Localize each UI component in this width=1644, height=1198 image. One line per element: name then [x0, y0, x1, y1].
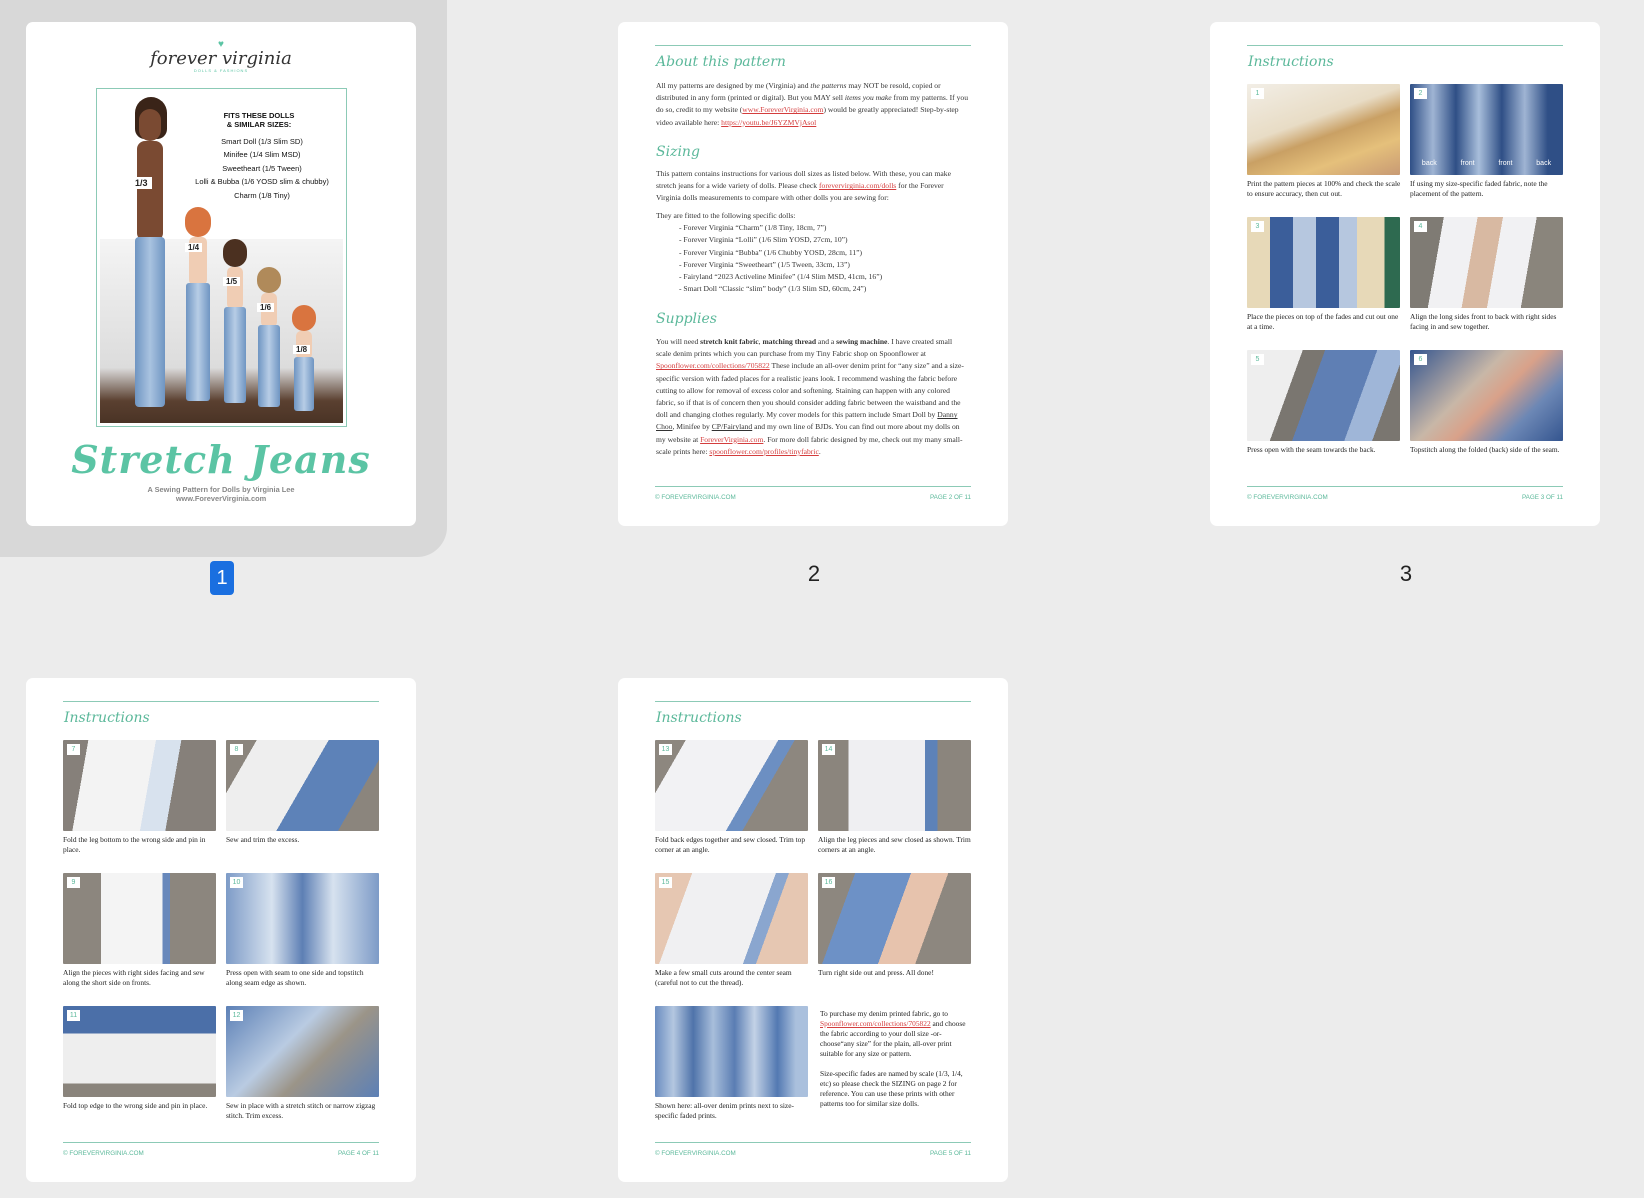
page-footer: © FOREVERVIRGINIA.COM PAGE 5 OF 11 [655, 1150, 971, 1157]
step-1-photo: 1 [1247, 84, 1400, 175]
fitted-list: They are fitted to the following specifi… [656, 211, 883, 294]
page-footer: © FOREVERVIRGINIA.COM PAGE 3 OF 11 [1247, 494, 1563, 501]
sizing-text: This pattern contains instructions for v… [656, 169, 951, 203]
instructions-heading: Instructions [656, 710, 742, 726]
step-6-photo: 6 [1410, 350, 1563, 441]
step-11-photo: 11 [63, 1006, 216, 1097]
page-thumbnail-4[interactable]: Instructions 7 Fold the leg bottom to th… [26, 678, 416, 1182]
step-12-photo: 12 [226, 1006, 379, 1097]
step-3-photo: 3 [1247, 217, 1400, 308]
step-8-photo: 8 [226, 740, 379, 831]
step-16-caption: Turn right side out and press. All done! [818, 968, 934, 977]
doll-1-8: 1/8 [289, 305, 319, 415]
page-number-1: 1 [210, 561, 234, 595]
video-link: https://youtu.be/J6YZMVjAsol [721, 117, 817, 127]
footer-rule [655, 486, 971, 487]
step-9-photo: 9 [63, 873, 216, 964]
instructions-heading: Instructions [1248, 54, 1334, 70]
doll-1-3: 1/3 [119, 97, 179, 417]
step-12-caption: Sew in place with a stretch stitch or na… [226, 1101, 376, 1120]
step-2-photo: 2 back front front back [1410, 84, 1563, 175]
step-15-caption: Make a few small cuts around the center … [655, 968, 792, 987]
step-5-photo: 5 [1247, 350, 1400, 441]
step-11-caption: Fold top edge to the wrong side and pin … [63, 1101, 208, 1110]
footer-rule [655, 1142, 971, 1143]
doll-1-6: 1/6 [253, 267, 285, 412]
page-thumbnail-1[interactable]: ♥ forever virginia DOLLS & FASHIONS 1/3 … [26, 22, 416, 526]
step-10-caption: Press open with seam to one side and top… [226, 968, 364, 987]
brand-logo: ♥ forever virginia DOLLS & FASHIONS [150, 39, 292, 74]
step-7-photo: 7 [63, 740, 216, 831]
step-14-caption: Align the leg pieces and sew closed as s… [818, 835, 971, 854]
footer-rule [63, 1142, 379, 1143]
doll-1-5: 1/5 [219, 239, 251, 409]
size-list: Smart Doll (1/3 Slim SD) Minifee (1/4 Sl… [195, 137, 329, 200]
page-thumbnail-3[interactable]: Instructions 1 Print the pattern pieces … [1210, 22, 1600, 526]
jeans-samples-photo [655, 1006, 808, 1097]
header-rule [63, 701, 379, 702]
cover-website: www.ForeverVirginia.com [175, 494, 267, 503]
step-4-photo: 4 [1410, 217, 1563, 308]
step-4-caption: Align the long sides front to back with … [1410, 312, 1557, 331]
supplies-text: You will need stretch knit fabric, match… [656, 337, 964, 456]
step-9-caption: Align the pieces with right sides facing… [63, 968, 205, 987]
page-footer: © FOREVERVIRGINIA.COM PAGE 4 OF 11 [63, 1150, 379, 1157]
cover-subtitle: A Sewing Pattern for Dolls by Virginia L… [147, 485, 295, 494]
page-thumbnail-5[interactable]: Instructions 13 Fold back edges together… [618, 678, 1008, 1182]
purchase-text: To purchase my denim printed fabric, go … [820, 1009, 966, 1058]
cover-title: Stretch Jeans [71, 437, 371, 482]
header-rule [655, 45, 971, 46]
fades-text: Size-specific fades are named by scale (… [820, 1069, 963, 1108]
cover-photo: 1/3 1/4 1/5 1/6 1/8 FITS THESE DOLLS & S… [96, 88, 347, 427]
step-5-caption: Press open with the seam towards the bac… [1247, 445, 1376, 454]
about-heading: About this pattern [656, 54, 786, 70]
samples-caption: Shown here: all-over denim prints next t… [655, 1101, 794, 1120]
step-8-caption: Sew and trim the excess. [226, 835, 300, 844]
step-7-caption: Fold the leg bottom to the wrong side an… [63, 835, 206, 854]
step-16-photo: 16 [818, 873, 971, 964]
page-footer: © FOREVERVIRGINIA.COM PAGE 2 OF 11 [655, 494, 971, 501]
step-6-caption: Topstitch along the folded (back) side o… [1410, 445, 1560, 454]
sizing-heading: Sizing [656, 144, 700, 160]
footer-rule [1247, 486, 1563, 487]
fits-heading: FITS THESE DOLLS & SIMILAR SIZES: [223, 111, 295, 129]
page-number-3: 3 [1399, 561, 1413, 586]
instructions-heading: Instructions [64, 710, 150, 726]
step-13-caption: Fold back edges together and sew closed.… [655, 835, 806, 854]
step-14-photo: 14 [818, 740, 971, 831]
page-number-2: 2 [807, 561, 821, 586]
about-text: All my patterns are designed by me (Virg… [656, 81, 968, 127]
step-3-caption: Place the pieces on top of the fades and… [1247, 312, 1399, 331]
page-thumbnail-2[interactable]: About this pattern All my patterns are d… [618, 22, 1008, 526]
step-13-photo: 13 [655, 740, 808, 831]
header-rule [655, 701, 971, 702]
step-15-photo: 15 [655, 873, 808, 964]
supplies-heading: Supplies [656, 311, 717, 327]
header-rule [1247, 45, 1563, 46]
doll-1-4: 1/4 [181, 207, 215, 407]
step-10-photo: 10 [226, 873, 379, 964]
step-2-caption: If using my size-specific faded fabric, … [1410, 179, 1548, 198]
step-1-caption: Print the pattern pieces at 100% and che… [1247, 179, 1401, 198]
